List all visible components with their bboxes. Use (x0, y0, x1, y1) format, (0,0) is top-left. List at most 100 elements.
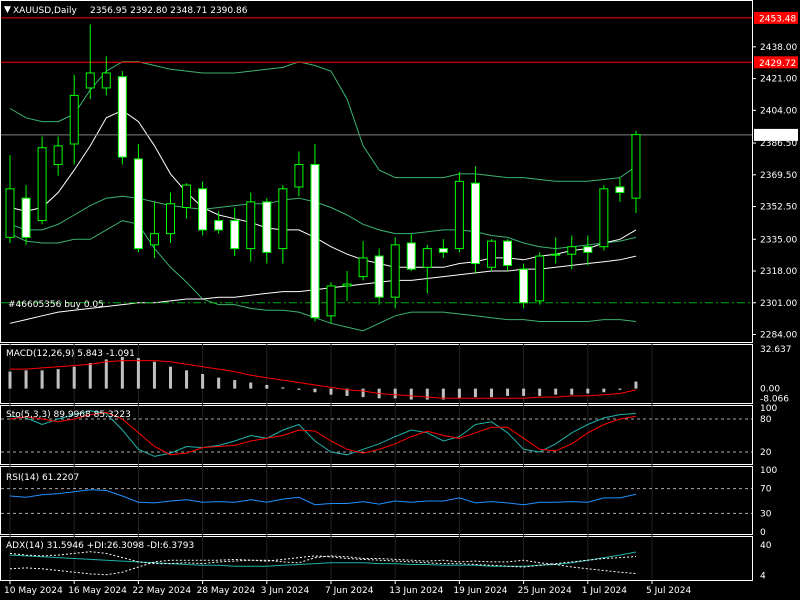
macd-axis-label: 32.637 (760, 345, 792, 355)
bull-candle (149, 233, 159, 246)
macd-histogram-bar (602, 388, 606, 393)
bull-candle (278, 188, 288, 250)
bull-candle (53, 145, 63, 166)
macd-histogram-bar (104, 359, 108, 389)
bear-candle (230, 220, 240, 250)
bear-candle (583, 246, 593, 253)
macd-histogram-bar (618, 388, 622, 390)
macd-histogram-bar (8, 371, 12, 389)
price-axis-label: 2369.50 (760, 171, 797, 181)
macd-histogram-bar (538, 388, 542, 396)
macd-histogram-bar (56, 369, 60, 389)
macd-histogram-bar (473, 388, 477, 398)
stoch-axis-label: 80 (760, 415, 772, 425)
bull-candle (37, 147, 47, 222)
bear-candle (470, 182, 480, 265)
macd-histogram-bar (281, 387, 285, 389)
bear-candle (438, 248, 448, 253)
stoch-axis-label: 100 (760, 404, 777, 414)
macd-histogram-bar (361, 388, 365, 398)
macd-histogram-bar (185, 370, 189, 389)
date-axis-label: 19 Jun 2024 (453, 586, 507, 596)
bear-candle (214, 220, 224, 231)
macd-histogram-bar (201, 374, 205, 389)
bear-candle (198, 188, 208, 231)
macd-histogram-bar (265, 384, 269, 389)
macd-histogram-bar (88, 363, 92, 389)
macd-title: MACD(12,26,9) 5.843 -1.091 (6, 349, 135, 359)
bear-candle (262, 201, 272, 253)
date-axis-label: 25 Jun 2024 (518, 586, 572, 596)
bull-candle (454, 180, 464, 250)
bull-candle (342, 283, 352, 287)
macd-histogram-bar (136, 358, 140, 389)
bull-candle (101, 72, 111, 89)
macd-histogram-bar (457, 388, 461, 399)
macd-histogram-bar (409, 388, 413, 400)
macd-histogram-bar (152, 361, 156, 389)
price-tag-label: 2453.48 (759, 14, 796, 24)
macd-histogram-bar (393, 388, 397, 399)
menu-dropdown-icon[interactable]: ▼ (4, 5, 11, 15)
bull-candle (166, 203, 175, 235)
macd-histogram-bar (570, 388, 574, 395)
price-tag-label: 2429.72 (759, 59, 796, 69)
macd-histogram-bar (313, 388, 317, 393)
rsi-axis-label: 70 (760, 485, 772, 495)
macd-histogram-bar (233, 380, 237, 389)
rsi-title: RSI(14) 61.2207 (6, 473, 79, 483)
macd-axis-label: -8.066 (760, 394, 789, 404)
macd-histogram-bar (425, 388, 429, 400)
bull-candle (487, 240, 496, 268)
bear-candle (133, 158, 143, 250)
bear-candle (615, 186, 625, 194)
price-axis-label: 2352.50 (760, 203, 797, 213)
adx-axis-label: 4 (760, 572, 766, 582)
bull-candle (294, 164, 304, 188)
date-axis-label: 10 May 2024 (4, 586, 63, 596)
trading-chart[interactable]: 2438.002421.002404.002386.502369.502352.… (0, 0, 800, 600)
ohlc-label: 2356.95 2392.80 2348.71 2390.86 (90, 6, 248, 16)
date-axis-label: 16 May 2024 (68, 586, 127, 596)
bear-candle (21, 197, 31, 238)
macd-histogram-bar (634, 381, 638, 389)
adx-axis-label: 40 (760, 541, 772, 551)
date-axis-label: 22 May 2024 (132, 586, 191, 596)
bear-candle (519, 268, 529, 304)
date-axis-label: 1 Jul 2024 (582, 586, 627, 596)
macd-histogram-bar (554, 388, 558, 395)
bull-candle (422, 248, 432, 268)
macd-histogram-bar (249, 382, 253, 389)
macd-axis-label: 0.00 (760, 385, 780, 395)
bull-candle (390, 244, 400, 298)
macd-histogram-bar (169, 366, 172, 389)
bull-candle (326, 285, 336, 317)
date-axis-label: 5 Jul 2024 (646, 586, 691, 596)
bull-candle (551, 253, 561, 256)
date-axis-label: 7 Jun 2024 (325, 586, 374, 596)
macd-histogram-bar (120, 356, 124, 389)
bear-candle (374, 255, 384, 298)
stoch-title: Sto(5,3,3) 89.9968 85.3223 (6, 410, 131, 420)
macd-histogram-bar (297, 388, 301, 390)
bear-candle (310, 164, 320, 319)
rsi-axis-label: 100 (760, 466, 777, 476)
macd-histogram-bar (490, 388, 493, 398)
price-axis-label: 2404.00 (760, 106, 797, 116)
bull-candle (535, 255, 545, 302)
macd-histogram-bar (522, 388, 526, 396)
macd-histogram-bar (217, 377, 221, 389)
bull-candle (599, 188, 609, 248)
date-axis-label: 28 May 2024 (197, 586, 256, 596)
macd-histogram-bar (506, 388, 510, 396)
bull-candle (85, 72, 95, 89)
bull-candle (5, 188, 15, 238)
bull-candle (358, 257, 368, 278)
rsi-axis-label: 30 (760, 509, 772, 519)
order-label[interactable]: #46605356 buy 0.05 (8, 300, 104, 310)
price-axis-label: 2438.00 (760, 43, 797, 53)
macd-histogram-bar (72, 366, 76, 389)
bull-candle (69, 94, 79, 145)
bull-candle (631, 134, 641, 199)
bull-candle (567, 246, 577, 255)
